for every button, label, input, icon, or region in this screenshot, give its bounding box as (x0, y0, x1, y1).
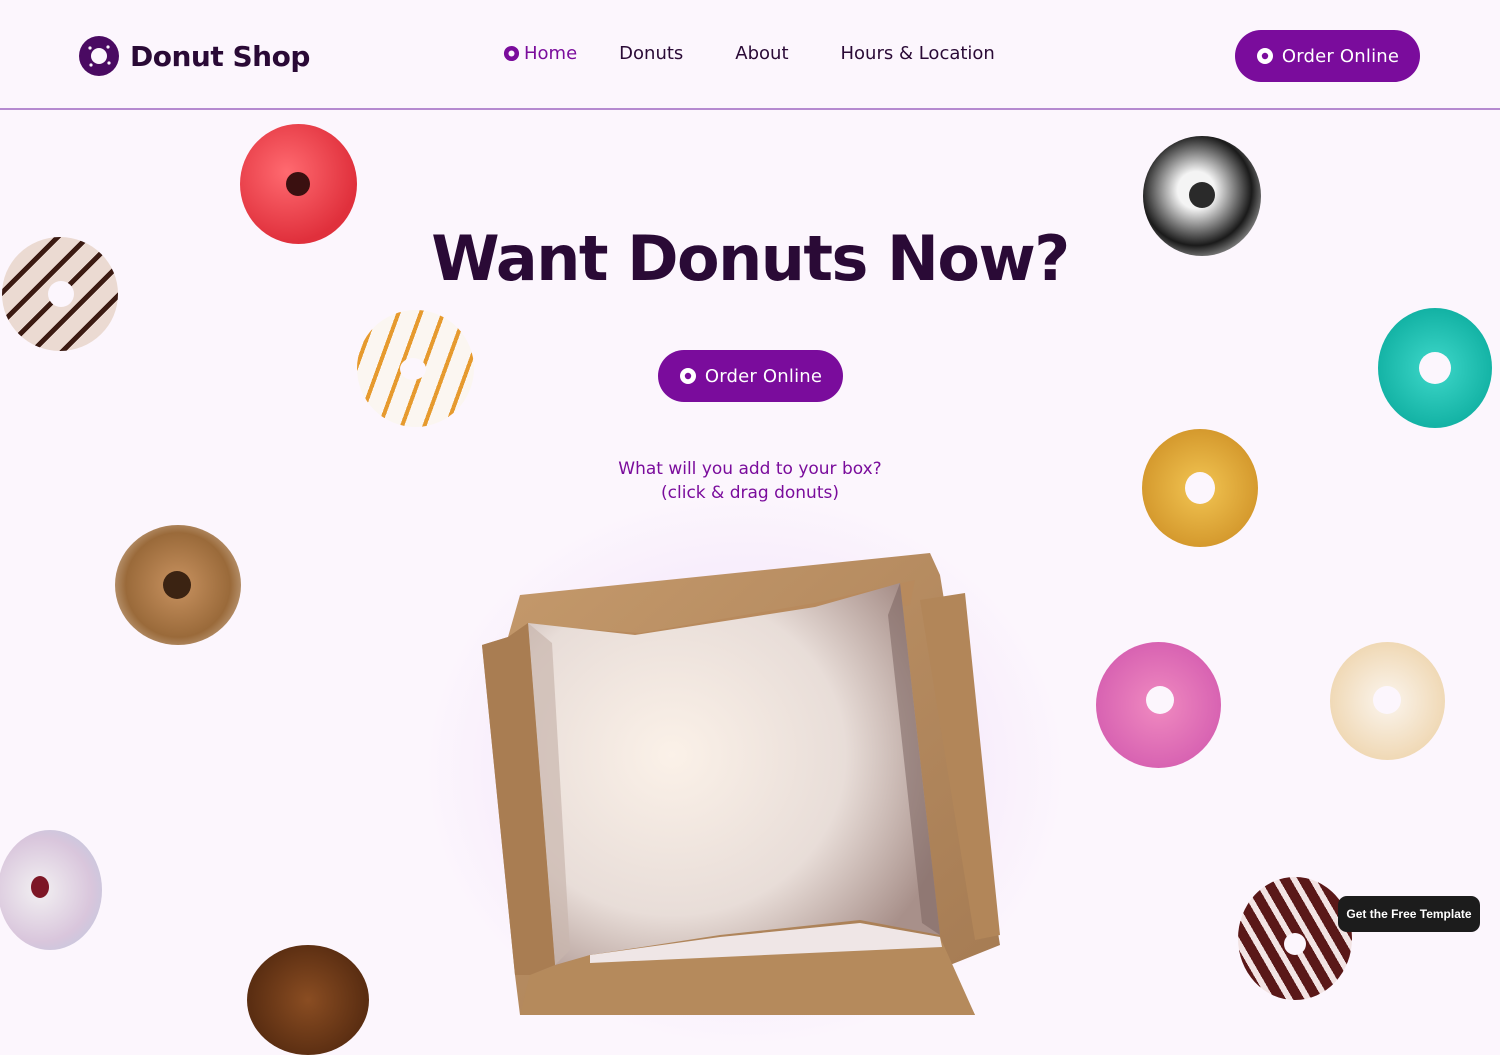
free-template-badge[interactable]: Get the Free Template (1338, 896, 1480, 932)
nav-item-label: Hours & Location (840, 43, 995, 64)
rainbow-sprinkle-donut[interactable] (0, 830, 102, 950)
header-order-button[interactable]: Order Online (1235, 30, 1420, 82)
nav-item-label: About (735, 43, 789, 64)
nav-item-hours-location[interactable]: Hours & Location (841, 43, 995, 64)
chocolate-donut[interactable] (247, 945, 369, 1055)
logo-text: Donut Shop (130, 39, 310, 73)
caramel-nut-donut[interactable] (115, 525, 241, 645)
donut-icon (503, 45, 520, 62)
button-label: Order Online (1281, 45, 1400, 67)
cookies-cream-donut[interactable] (1143, 136, 1261, 256)
nav-item-home[interactable]: Home (503, 43, 577, 64)
hero-title: Want Donuts Now? (431, 222, 1070, 295)
white-sprinkle-donut[interactable] (1330, 642, 1445, 760)
main-nav: Home Donuts About Hours & Location (503, 43, 995, 64)
yellow-sprinkle-donut[interactable] (1142, 429, 1258, 547)
button-label: Order Online (704, 365, 823, 387)
teal-sprinkle-donut[interactable] (1378, 308, 1492, 428)
nav-item-donuts[interactable]: Donuts (619, 43, 683, 64)
zebra-chocolate-donut[interactable] (1238, 877, 1352, 1000)
donut-logo-icon (79, 36, 119, 76)
site-header: Donut Shop Home Donuts About Hours & Loc… (0, 0, 1500, 110)
pink-sprinkle-donut[interactable] (1096, 642, 1221, 768)
red-sprinkle-donut[interactable] (240, 124, 357, 244)
nav-item-about[interactable]: About (735, 43, 788, 64)
nav-item-label: Home (524, 43, 578, 64)
nav-item-label: Donuts (619, 43, 684, 64)
donut-icon (1256, 48, 1273, 64)
logo[interactable]: Donut Shop (78, 35, 310, 77)
prompt-line: What will you add to your box? (618, 459, 882, 479)
chocolate-stripe-donut[interactable] (2, 237, 118, 351)
donut-box[interactable] (470, 545, 1030, 1015)
orange-stripe-donut[interactable] (357, 310, 474, 427)
hero-order-button[interactable]: Order Online (658, 350, 843, 402)
donut-icon (679, 368, 696, 384)
